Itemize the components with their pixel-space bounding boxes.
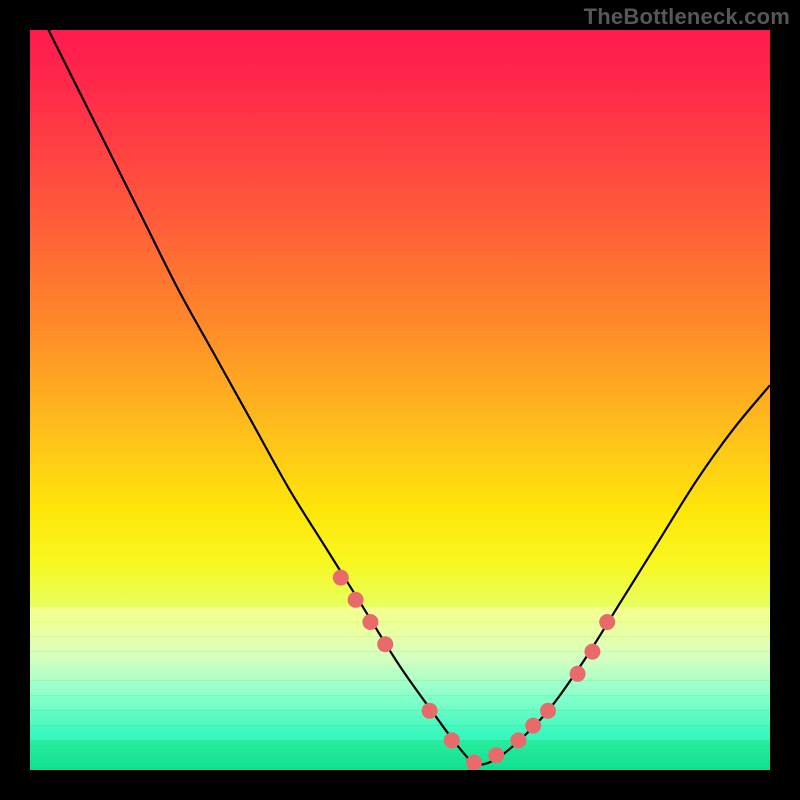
marker-dot: [570, 666, 586, 682]
marker-dot: [466, 755, 482, 770]
overlay-svg: [30, 30, 770, 770]
plot-area: [30, 30, 770, 770]
marker-dot: [540, 703, 556, 719]
marker-dot: [348, 592, 364, 608]
marker-dot: [510, 732, 526, 748]
bottleneck-curve: [30, 30, 770, 764]
marker-dot: [422, 703, 438, 719]
marker-dot: [525, 718, 541, 734]
watermark-text: TheBottleneck.com: [584, 4, 790, 30]
marker-dot: [444, 732, 460, 748]
marker-dot: [362, 614, 378, 630]
chart-frame: TheBottleneck.com: [0, 0, 800, 800]
marker-dot: [599, 614, 615, 630]
marker-dot: [488, 747, 504, 763]
marker-group: [333, 570, 615, 770]
marker-dot: [333, 570, 349, 586]
marker-dot: [584, 644, 600, 660]
marker-dot: [377, 636, 393, 652]
